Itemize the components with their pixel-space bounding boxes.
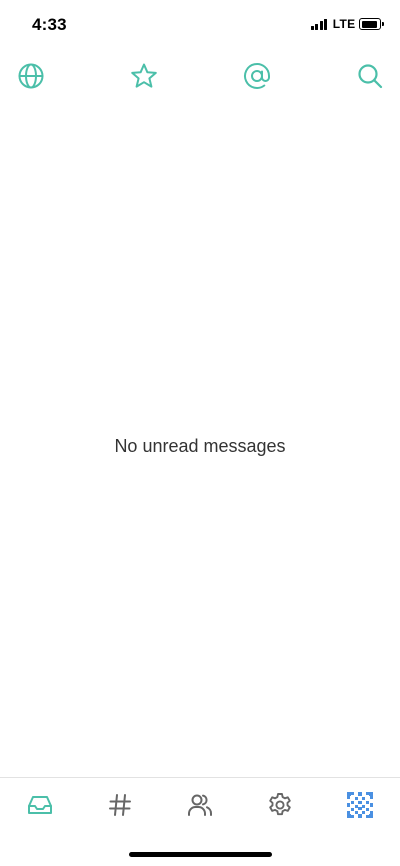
- mentions-button[interactable]: [243, 62, 271, 90]
- status-indicators: LTE: [310, 17, 384, 31]
- battery-icon: [359, 18, 382, 30]
- starred-messages-button[interactable]: [130, 62, 158, 90]
- avatar-icon: [347, 792, 373, 818]
- tab-inbox[interactable]: [27, 792, 53, 818]
- empty-state-message: No unread messages: [114, 436, 286, 456]
- at-mention-icon: [244, 62, 270, 89]
- tab-profile[interactable]: [347, 792, 373, 818]
- tab-people[interactable]: [187, 792, 213, 818]
- search-icon: [358, 64, 383, 89]
- signal-strength-icon: [310, 18, 329, 30]
- top-navigation: [0, 62, 400, 94]
- home-indicator: [129, 852, 272, 857]
- network-type-label: LTE: [332, 17, 356, 31]
- status-bar: 4:33 LTE: [0, 0, 400, 48]
- gear-icon: [269, 793, 291, 816]
- status-time: 4:33: [32, 15, 67, 34]
- tab-streams[interactable]: [107, 792, 133, 818]
- all-messages-button[interactable]: [17, 62, 45, 90]
- tab-settings[interactable]: [267, 792, 293, 818]
- hashtag-icon: [109, 794, 131, 816]
- inbox-icon: [28, 796, 52, 814]
- people-icon: [188, 794, 212, 816]
- globe-icon: [18, 63, 44, 89]
- search-button[interactable]: [356, 62, 384, 90]
- star-icon: [131, 63, 157, 88]
